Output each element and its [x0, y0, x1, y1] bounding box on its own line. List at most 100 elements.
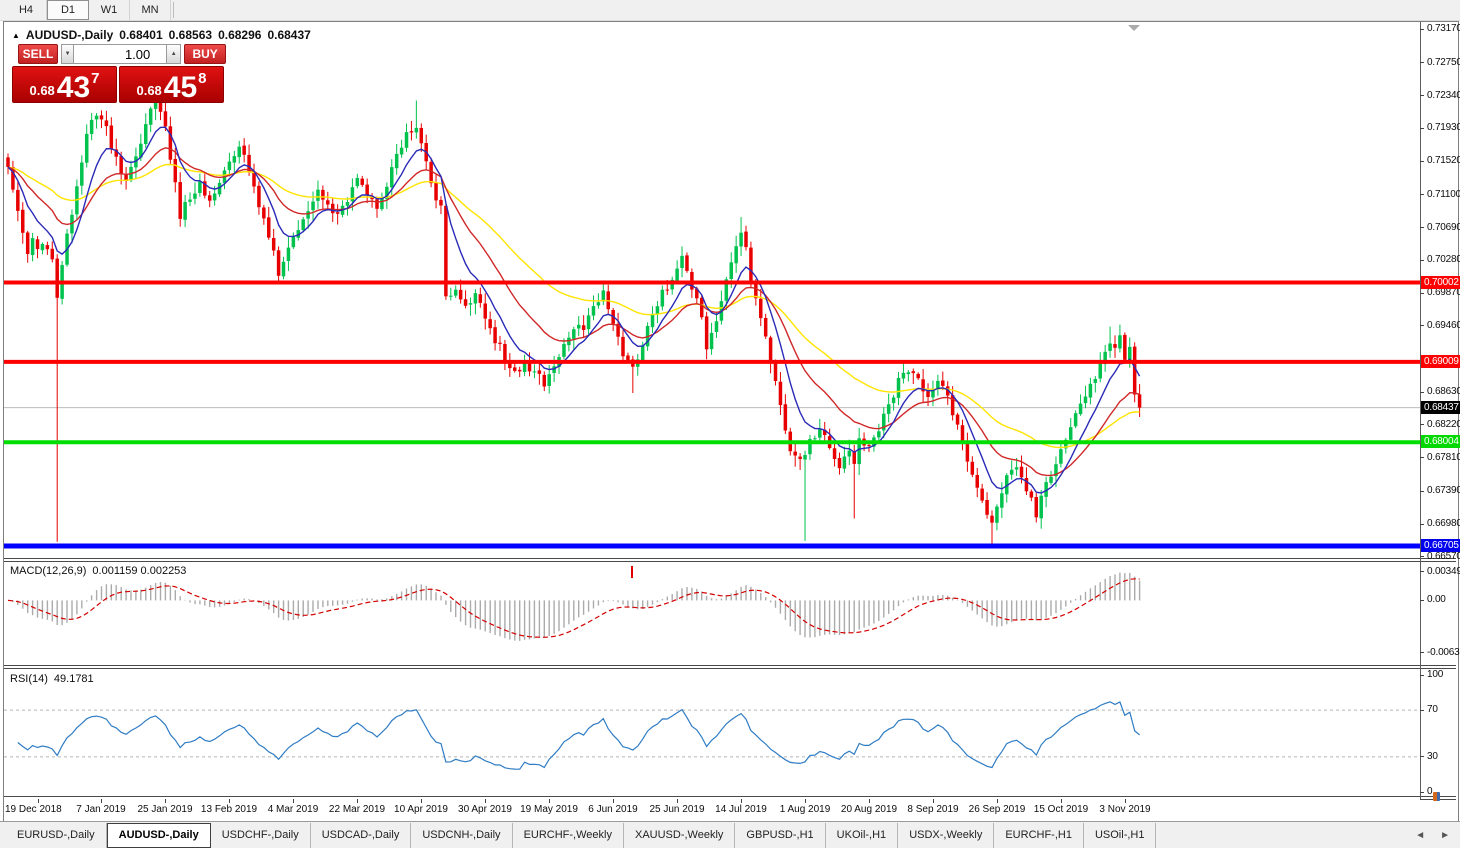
axis-tick-mark — [1420, 161, 1424, 162]
trading-terminal-window: H4D1W1MN 0.731700.727500.723400.719300.7… — [0, 0, 1460, 848]
timeframe-button-mn[interactable]: MN — [130, 0, 171, 20]
axis-tick-label: 0.73170 — [1427, 23, 1460, 34]
tab-xauusd-weekly[interactable]: XAUUSD-,Weekly — [624, 823, 735, 848]
date-tick-label: 14 Jul 2019 — [715, 804, 767, 815]
date-tick-label: 10 Apr 2019 — [394, 804, 448, 815]
volume-decrease-button[interactable]: ▼ — [61, 44, 74, 64]
axis-tick-label: 100 — [1427, 669, 1443, 680]
timeframe-button-h4[interactable]: H4 — [6, 0, 47, 20]
axis-tick-label: 0.68220 — [1427, 419, 1460, 430]
chart-tabs-bar: EURUSD-,DailyAUDUSD-,DailyUSDCHF-,DailyU… — [0, 821, 1460, 848]
axis-tick-mark — [1420, 260, 1424, 261]
sell-price-pips: 43 — [57, 74, 90, 103]
tabs-scroll-right-button[interactable]: ► — [1440, 830, 1450, 841]
sell-price-button[interactable]: 0.68 43 7 — [12, 66, 117, 103]
symbol-ohlc-line: ▲ AUDUSD-,Daily 0.68401 0.68563 0.68296 … — [12, 28, 311, 42]
date-tick-label: 26 Sep 2019 — [969, 804, 1026, 815]
corner-marker — [1433, 792, 1440, 801]
tab-usdchf-daily[interactable]: USDCHF-,Daily — [211, 823, 311, 848]
date-tick-mark — [741, 799, 742, 803]
price-level-badge: 0.69009 — [1421, 355, 1460, 368]
sell-button[interactable]: SELL — [18, 44, 58, 64]
axis-tick-mark — [1420, 29, 1424, 30]
ohlc-high: 0.68563 — [169, 28, 212, 42]
macd-plot[interactable] — [4, 562, 1420, 665]
macd-indicator-values: 0.001159 0.002253 — [92, 565, 186, 577]
rsi-plot[interactable] — [4, 669, 1420, 796]
price-axis[interactable]: 0.731700.727500.723400.719300.715200.711… — [1420, 22, 1456, 799]
chevron-down-icon: ▼ — [65, 51, 71, 57]
tab-audusd-daily[interactable]: AUDUSD-,Daily — [107, 823, 211, 848]
axis-tick-label: 70 — [1427, 704, 1438, 715]
timeframe-toolbar: H4D1W1MN — [0, 0, 1460, 21]
volume-input[interactable] — [74, 44, 167, 64]
timeframe-button-d1[interactable]: D1 — [47, 0, 89, 20]
date-tick-label: 7 Jan 2019 — [76, 804, 126, 815]
date-tick-mark — [997, 799, 998, 803]
axis-tick-label: 0.69460 — [1427, 320, 1460, 331]
tab-eurusd-daily[interactable]: EURUSD-,Daily — [6, 823, 107, 848]
date-tick-label: 1 Aug 2019 — [780, 804, 831, 815]
date-tick-label: 25 Jun 2019 — [649, 804, 704, 815]
axis-tick-label: 0.70690 — [1427, 222, 1460, 233]
price-level-badge: 0.68004 — [1421, 435, 1460, 448]
tab-usdx-weekly[interactable]: USDX-,Weekly — [898, 823, 994, 848]
tab-usoil-h1[interactable]: USOil-,H1 — [1084, 823, 1157, 848]
date-tick-mark — [1125, 799, 1126, 803]
chart-tabs: EURUSD-,DailyAUDUSD-,DailyUSDCHF-,DailyU… — [0, 822, 1156, 848]
tabs-scroll-left-button[interactable]: ◄ — [1415, 830, 1425, 841]
tab-eurchf-h1[interactable]: EURCHF-,H1 — [994, 823, 1084, 848]
tab-ukoil-h1[interactable]: UKOil-,H1 — [826, 823, 899, 848]
price-level-badge: 0.66705 — [1421, 539, 1460, 552]
axis-tick-label: 0.68630 — [1427, 386, 1460, 397]
date-tick-mark — [869, 799, 870, 803]
date-tick-label: 4 Mar 2019 — [268, 804, 319, 815]
date-tick-mark — [677, 799, 678, 803]
axis-tick-label: 0.72750 — [1427, 57, 1460, 68]
volume-increase-button[interactable]: ▲ — [167, 44, 181, 64]
date-axis[interactable]: 19 Dec 20187 Jan 201925 Jan 201913 Feb 2… — [4, 799, 1420, 820]
axis-tick-label: 0.00 — [1427, 594, 1446, 605]
date-tick-label: 19 May 2019 — [520, 804, 578, 815]
axis-tick-mark — [1420, 227, 1424, 228]
tab-usdcnh-daily[interactable]: USDCNH-,Daily — [411, 823, 512, 848]
ohlc-low: 0.68296 — [218, 28, 261, 42]
date-tick-label: 19 Dec 2018 — [5, 804, 62, 815]
axis-tick-mark — [1420, 675, 1424, 676]
date-tick-mark — [485, 799, 486, 803]
date-tick-label: 15 Oct 2019 — [1034, 804, 1088, 815]
axis-tick-mark — [1420, 710, 1424, 711]
date-tick-label: 8 Sep 2019 — [907, 804, 958, 815]
buy-button[interactable]: BUY — [184, 44, 226, 64]
timeframe-button-w1[interactable]: W1 — [89, 0, 130, 20]
rsi-indicator-name: RSI(14) — [10, 673, 48, 685]
axis-tick-mark — [1420, 392, 1424, 393]
axis-tick-label: 0.71930 — [1427, 122, 1460, 133]
sell-price-prefix: 0.68 — [29, 83, 54, 98]
macd-indicator-name: MACD(12,26,9) — [10, 565, 86, 577]
collapse-arrow-icon[interactable]: ▲ — [12, 31, 20, 40]
axis-tick-mark — [1420, 293, 1424, 294]
tab-usdcad-daily[interactable]: USDCAD-,Daily — [311, 823, 412, 848]
buy-price-button[interactable]: 0.68 45 8 — [119, 66, 224, 103]
rsi-indicator-value: 49.1781 — [54, 673, 94, 685]
chart-shift-marker-icon — [1128, 25, 1140, 31]
timeframe-buttons: H4D1W1MN — [0, 0, 171, 20]
chevron-up-icon: ▲ — [171, 51, 177, 57]
tab-gbpusd-h1[interactable]: GBPUSD-,H1 — [735, 823, 825, 848]
date-tick-mark — [613, 799, 614, 803]
toolbar-separator — [173, 2, 174, 18]
tabs-scroll-arrows: ◄ ► — [1415, 822, 1450, 848]
date-tick-mark — [933, 799, 934, 803]
axis-tick-mark — [1420, 325, 1424, 326]
date-tick-mark — [229, 799, 230, 803]
axis-tick-label: 0.66980 — [1427, 518, 1460, 529]
date-tick-mark — [1061, 799, 1062, 803]
axis-tick-mark — [1420, 95, 1424, 96]
date-tick-mark — [165, 799, 166, 803]
axis-tick-mark — [1420, 424, 1424, 425]
price-level-badge: 0.68437 — [1421, 401, 1460, 414]
tab-eurchf-weekly[interactable]: EURCHF-,Weekly — [513, 823, 624, 848]
date-tick-label: 3 Nov 2019 — [1099, 804, 1150, 815]
date-tick-label: 6 Jun 2019 — [588, 804, 638, 815]
